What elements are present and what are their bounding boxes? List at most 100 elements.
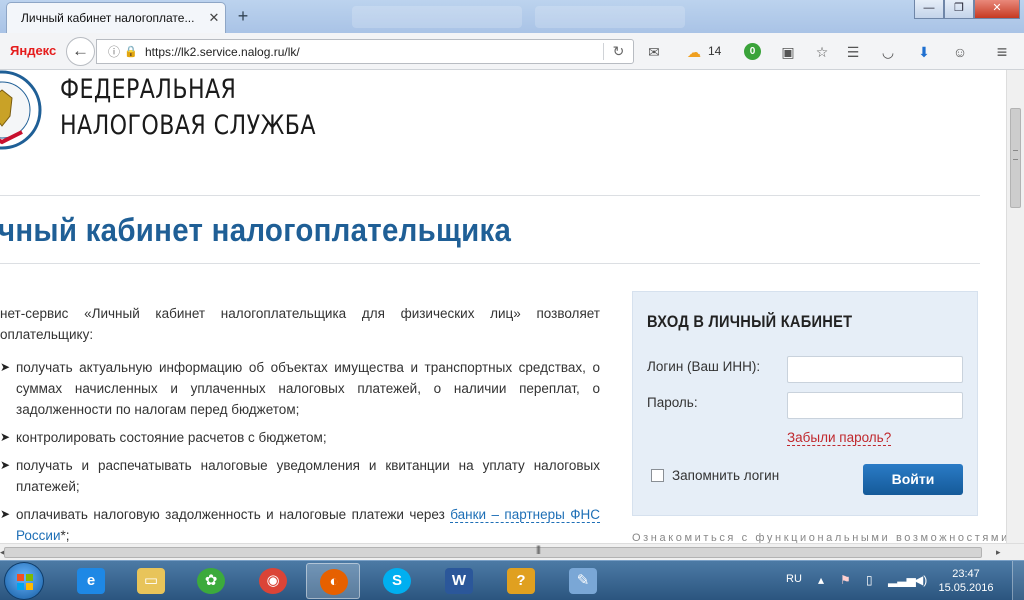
tab-title: Личный кабинет налогоплате... [21,11,195,25]
checkbox-icon[interactable] [651,469,664,482]
list-item: ➤ получать и распечатывать налоговые увед… [0,455,600,497]
taskbar-chrome[interactable]: ◉ [246,563,300,599]
tab-close-icon[interactable]: ✕ [203,10,225,26]
taskbar-ie[interactable]: e [64,563,118,599]
forgot-password-link[interactable]: Забыли пароль? [787,430,892,446]
login-inn-input[interactable] [787,356,963,383]
bullet-arrow-icon: ➤ [0,458,11,472]
bullet-arrow-icon: ➤ [0,360,11,374]
list-item: ➤ получать актуальную информацию об объек… [0,357,600,420]
login-title: ВХОД В ЛИЧНЫЙ КАБИНЕТ [647,312,853,331]
taskbar-paint[interactable]: ✎ [556,563,610,599]
login-label: Логин (Ваш ИНН): [647,359,761,374]
feature-list: ➤ получать актуальную информацию об объек… [0,357,600,543]
bullet-arrow-icon: ➤ [0,507,11,521]
organization-name-line1: ФЕДЕРАЛЬНАЯ [60,74,237,105]
download-icon[interactable]: ⬇ [914,42,934,62]
weather-icon[interactable]: ☁ [684,42,704,62]
tray-expand-icon[interactable]: ▴ [818,573,824,587]
feature-text: оплачивать налоговую задолженность и нал… [16,507,451,522]
list-item: ➤ контролировать состояние расчетов с бюд… [0,427,600,448]
taskbar-explorer[interactable]: ▭ [124,563,178,599]
url-text[interactable]: https://lk2.service.nalog.ru/lk/ [145,45,603,59]
browser-titlebar: Личный кабинет налогоплате... ✕ + — ❐ ✕ [0,0,1024,33]
green-counter-badge[interactable]: 0 [744,43,761,60]
word-icon: W [445,568,473,594]
yandex-brand-text: Яндекс [10,43,57,58]
battery-icon[interactable]: ▯ [866,573,873,587]
taskbar-icq[interactable]: ✿ [184,563,238,599]
functionality-note[interactable]: Ознакомиться с функциональными возможнос… [632,532,1006,543]
minimize-button[interactable]: — [914,0,944,19]
taskbar-word[interactable]: W [432,563,486,599]
scroll-grip-icon [1013,150,1018,160]
language-indicator[interactable]: RU [786,573,802,585]
lock-icon[interactable]: 🔒 [123,45,139,58]
remember-label: Запомнить логин [672,468,780,483]
service-intro: нет-сервис «Личный кабинет налогоплатель… [0,306,600,342]
weather-temperature: 14 [708,44,722,58]
login-panel: ВХОД В ЛИЧНЫЙ КАБИНЕТ Логин (Ваш ИНН): П… [632,291,978,516]
feature-text: получать и распечатывать налоговые уведо… [16,458,600,494]
show-desktop-button[interactable] [1012,561,1024,600]
feature-suffix: *; [60,528,70,543]
yandex-logo[interactable]: Яндекс [10,43,56,58]
mail-icon[interactable]: ✉ [644,42,664,62]
divider [0,195,980,196]
login-button[interactable]: Войти [863,464,963,495]
paint-palette-icon: ✎ [569,568,597,594]
window-controls: — ❐ ✕ [914,0,1020,19]
extension-icon[interactable]: ▣ [778,42,798,62]
pocket-icon[interactable]: ◡ [878,42,898,62]
volume-icon[interactable]: ◀) [914,573,927,587]
taskbar-firefox[interactable]: ◐ [306,563,360,599]
system-clock[interactable]: 23:47 15.05.2016 [936,567,996,595]
network-signal-icon[interactable]: ▂▃▅ [888,573,916,587]
windows-taskbar: e ▭ ✿ ◉ ◐ S W ? ✎ RU ▴ ⚑ ▯ ▂▃▅ ◀) 23:47 … [0,560,1024,600]
excel-icon: ? [507,568,535,594]
smiley-icon[interactable]: ☺ [950,42,970,62]
taskbar-excel[interactable]: ? [494,563,548,599]
background-tab[interactable] [352,6,522,28]
icq-flower-icon: ✿ [197,568,225,594]
bookmark-star-icon[interactable]: ☆ [812,42,832,62]
taskbar-skype[interactable]: S [370,563,424,599]
vertical-scrollbar[interactable] [1006,70,1024,543]
action-center-flag-icon[interactable]: ⚑ [840,573,851,587]
windows-logo-icon [17,574,33,590]
horizontal-scroll-thumb[interactable] [4,547,982,558]
info-icon[interactable]: ⓘ [105,43,123,60]
horizontal-scrollbar[interactable]: ◂ ||| ▸ [0,543,1024,560]
reload-icon[interactable]: ↻ [603,43,633,60]
organization-name: ФЕДЕРАЛЬНАЯ НАЛОГОВАЯ СЛУЖБА [60,72,316,144]
feature-text: контролировать состояние расчетов с бюдж… [16,430,327,445]
new-tab-button[interactable]: + [232,5,254,27]
fns-emblem-icon [0,70,42,150]
password-input[interactable] [787,392,963,419]
back-button[interactable]: ← [66,37,95,66]
bookmarks-list-icon[interactable]: ☰ [843,42,863,62]
address-bar[interactable]: ⓘ 🔒 https://lk2.service.nalog.ru/lk/ ↻ [96,39,634,64]
back-arrow-icon: ← [72,41,89,60]
organization-name-line2: НАЛОГОВАЯ СЛУЖБА [60,110,316,141]
skype-icon: S [383,568,411,594]
tab-lk-nalog[interactable]: Личный кабинет налогоплате... ✕ [6,2,226,33]
clock-time: 23:47 [952,568,980,580]
clock-date: 15.05.2016 [938,582,994,594]
menu-icon[interactable]: ≡ [992,42,1012,62]
background-tab[interactable] [535,6,685,28]
maximize-button[interactable]: ❐ [944,0,974,19]
start-button[interactable] [4,562,44,600]
close-window-button[interactable]: ✕ [974,0,1020,19]
scroll-right-arrow-icon[interactable]: ▸ [996,547,1001,558]
firefox-icon: ◐ [320,569,348,595]
feature-text: получать актуальную информацию об объект… [16,360,600,417]
bullet-arrow-icon: ➤ [0,430,11,444]
password-label: Пароль: [647,395,698,410]
page-title: чный кабинет налогоплательщика [0,212,512,248]
remember-login-checkbox[interactable]: Запомнить логин [651,468,779,483]
folder-icon: ▭ [137,568,165,594]
page-content: ФЕДЕРАЛЬНАЯ НАЛОГОВАЯ СЛУЖБА чный кабине… [0,70,1006,543]
chrome-icon: ◉ [259,568,287,594]
internet-explorer-icon: e [77,568,105,594]
